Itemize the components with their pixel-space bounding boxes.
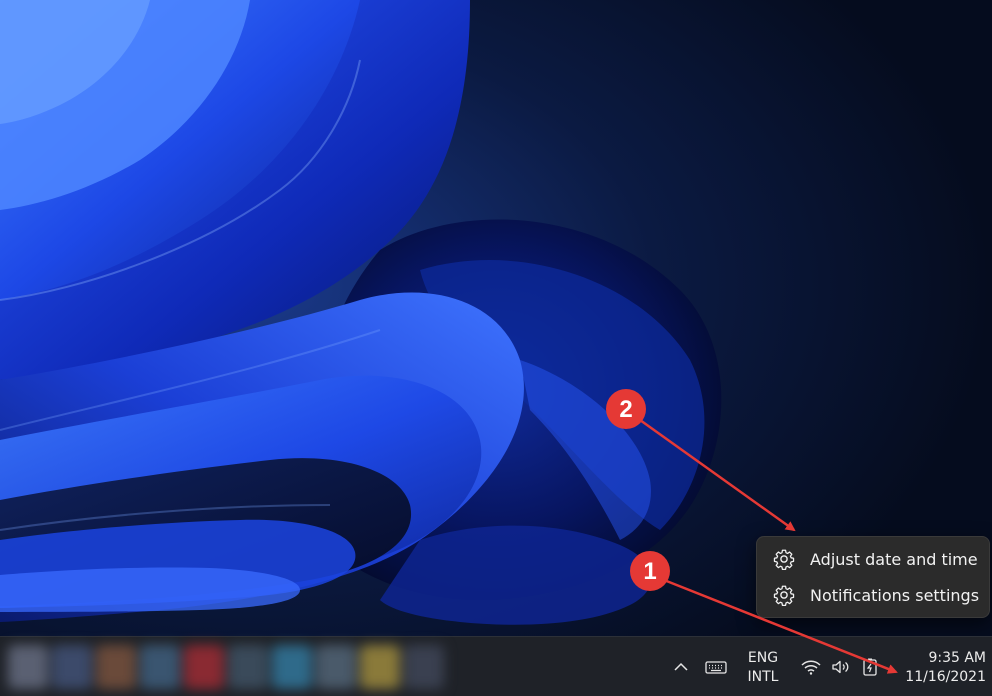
volume-icon[interactable] [830,657,852,677]
menu-item-label: Adjust date and time [810,549,978,569]
clock-date: 11/16/2021 [905,669,986,685]
gear-icon [773,549,795,570]
taskbar-pinned-apps[interactable] [8,645,444,689]
taskbar-clock[interactable]: 9:35 AM 11/16/2021 [890,649,986,687]
menu-item-notifications-settings[interactable]: Notifications settings [757,577,989,613]
taskbar: ENG INTL 9:35 AM 11/16/2021 [0,636,992,696]
language-code: ENG [747,650,779,666]
gear-icon [773,585,795,606]
menu-item-adjust-date-time[interactable]: Adjust date and time [757,541,989,577]
clock-time: 9:35 AM [928,650,986,666]
battery-icon[interactable] [860,657,882,677]
keyboard-icon[interactable] [704,657,728,677]
input-language-indicator[interactable]: ENG INTL [740,649,786,687]
keyboard-layout: INTL [747,669,779,685]
chevron-up-icon[interactable] [670,657,692,677]
wifi-icon[interactable] [800,657,822,677]
desktop: Adjust date and time Notifications setti… [0,0,992,696]
clock-context-menu: Adjust date and time Notifications setti… [756,536,990,618]
menu-item-label: Notifications settings [810,585,980,605]
